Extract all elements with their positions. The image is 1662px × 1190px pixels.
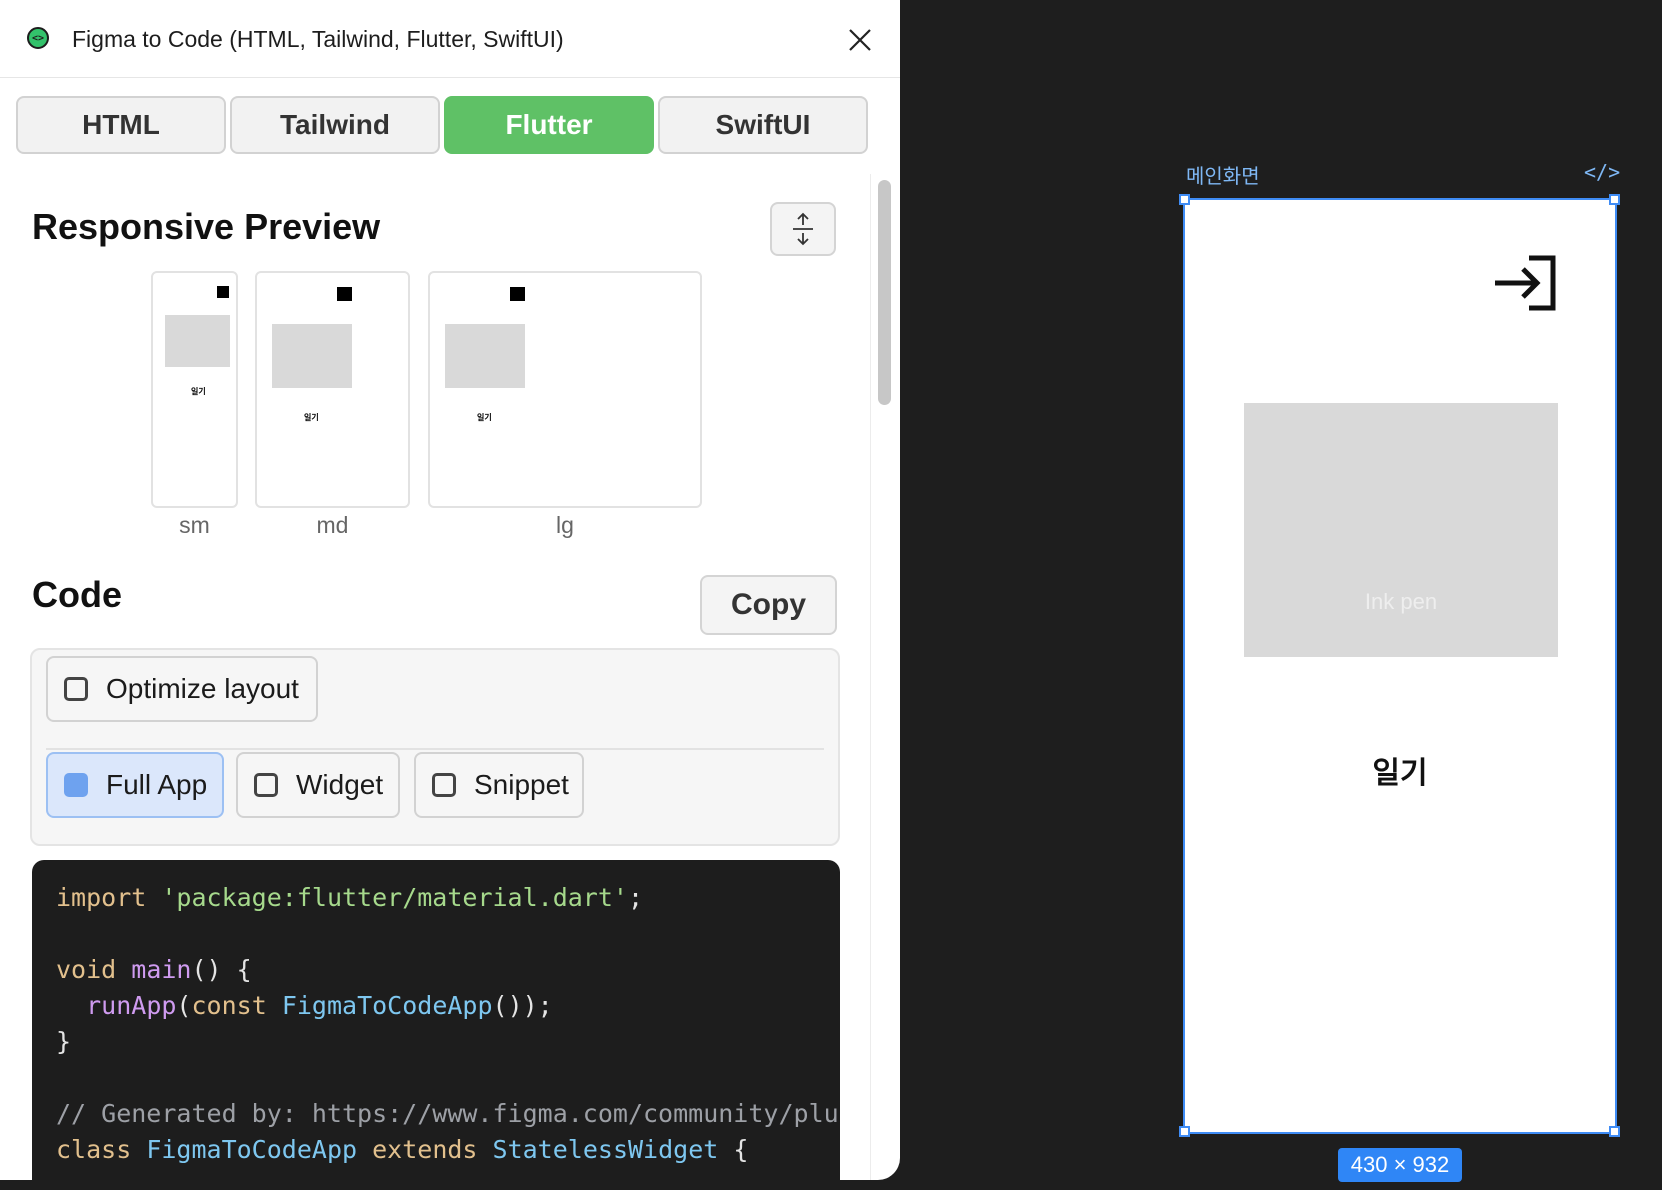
optimize-layout-label: Optimize layout xyxy=(106,673,299,704)
preview-lg: 일기 xyxy=(428,271,702,508)
resize-handle-bottom-left[interactable] xyxy=(1179,1126,1190,1137)
preview-label-sm: sm xyxy=(179,512,210,538)
checkbox-box xyxy=(64,677,88,701)
resize-handle-top-left[interactable] xyxy=(1179,194,1190,205)
preview-image-placeholder xyxy=(165,315,230,367)
tab-flutter[interactable]: Flutter xyxy=(444,96,654,154)
preview-image-placeholder xyxy=(272,324,352,388)
diary-text: 일기 xyxy=(1372,757,1428,790)
preview-sm: 일기 xyxy=(151,271,238,508)
selected-frame[interactable]: Ink pen 일기 xyxy=(1183,198,1617,1134)
resize-handle-top-right[interactable] xyxy=(1609,194,1620,205)
code-heading: Code xyxy=(32,574,122,615)
plugin-panel: <> Figma to Code (HTML, Tailwind, Flutte… xyxy=(0,0,900,1180)
mode-snippet[interactable]: Snippet xyxy=(414,752,584,818)
mode-full-app[interactable]: Full App xyxy=(46,752,224,818)
preview-image-placeholder xyxy=(445,324,525,388)
preview-md: 일기 xyxy=(255,271,410,508)
mode-label: Snippet xyxy=(474,769,569,800)
scrollbar-thumb[interactable] xyxy=(878,180,891,405)
responsive-preview-heading: Responsive Preview xyxy=(32,206,381,247)
preview-text: 일기 xyxy=(477,413,492,422)
placeholder-text: Ink pen xyxy=(1364,589,1438,614)
options-divider xyxy=(46,748,824,750)
preview-label-md: md xyxy=(316,512,349,538)
login-icon xyxy=(1495,255,1556,311)
tab-html[interactable]: HTML xyxy=(16,96,226,154)
close-icon[interactable] xyxy=(846,26,874,54)
preview-text: 일기 xyxy=(304,413,319,422)
dev-mode-code-icon[interactable]: </> xyxy=(1584,160,1620,184)
frame-name-label[interactable]: 메인화면 xyxy=(1186,160,1260,189)
copy-button[interactable]: Copy xyxy=(700,575,837,635)
tab-tailwind[interactable]: Tailwind xyxy=(230,96,440,154)
optimize-layout-checkbox[interactable]: Optimize layout xyxy=(46,656,318,722)
framework-tabs: HTML Tailwind Flutter SwiftUI xyxy=(16,96,884,156)
radio-box xyxy=(254,773,278,797)
plugin-titlebar: <> Figma to Code (HTML, Tailwind, Flutte… xyxy=(0,0,900,78)
expand-preview-button[interactable] xyxy=(770,202,836,256)
frame-size-badge: 430 × 932 xyxy=(1338,1148,1462,1182)
resize-handle-bottom-right[interactable] xyxy=(1609,1126,1620,1137)
image-placeholder: Ink pen xyxy=(1244,403,1558,657)
code-text: import 'package:flutter/material.dart'; … xyxy=(56,883,840,1164)
radio-box xyxy=(64,773,88,797)
mode-label: Widget xyxy=(296,769,384,800)
preview-label-lg: lg xyxy=(556,512,574,538)
preview-login-icon xyxy=(337,287,352,301)
preview-login-icon xyxy=(510,287,525,301)
code-options: Optimize layout Full App Widget Snippet xyxy=(30,648,840,846)
mode-widget[interactable]: Widget xyxy=(236,752,400,818)
plugin-title: Figma to Code (HTML, Tailwind, Flutter, … xyxy=(72,26,564,52)
tab-swiftui[interactable]: SwiftUI xyxy=(658,96,868,154)
mode-label: Full App xyxy=(106,769,208,800)
preview-text: 일기 xyxy=(191,387,206,396)
plugin-code-icon: <> xyxy=(27,27,49,49)
code-block[interactable]: import 'package:flutter/material.dart'; … xyxy=(32,860,840,1180)
expand-vertical-icon xyxy=(793,212,813,246)
preview-login-icon xyxy=(217,286,229,298)
radio-box xyxy=(432,773,456,797)
